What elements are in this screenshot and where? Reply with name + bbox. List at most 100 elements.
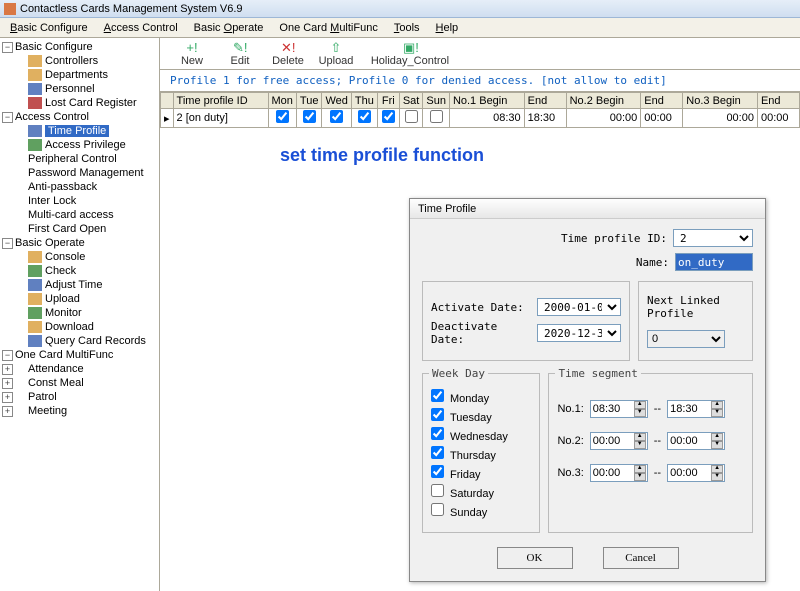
edit-icon: ✎!	[233, 41, 247, 55]
ok-button[interactable]: OK	[497, 547, 573, 569]
monday-check[interactable]	[431, 389, 444, 402]
sat-check[interactable]	[405, 110, 418, 123]
new-button[interactable]: +!New	[168, 41, 216, 67]
seg2-begin[interactable]: 00:00▲▼	[590, 432, 648, 450]
tree-item[interactable]: Attendance	[28, 363, 84, 375]
collapse-icon[interactable]: −	[2, 350, 13, 361]
tree-item[interactable]: Anti-passback	[28, 181, 97, 193]
thu-check[interactable]	[358, 110, 371, 123]
wed-check[interactable]	[330, 110, 343, 123]
tree-item[interactable]: Monitor	[45, 307, 82, 319]
nav-tree[interactable]: −Basic Configure Controllers Departments…	[0, 38, 160, 591]
person-icon	[28, 83, 42, 95]
download-icon	[28, 321, 42, 333]
tree-item[interactable]: Query Card Records	[45, 335, 146, 347]
app-icon	[4, 3, 16, 15]
weekday-group-label: Week Day	[429, 367, 488, 380]
table-row[interactable]: ▸ 2 [on duty] 08:30 18:30 00:00 00:00 00…	[161, 109, 800, 128]
tree-item[interactable]: Meeting	[28, 405, 67, 417]
main-menubar[interactable]: Basic Configure Access Control Basic Ope…	[0, 18, 800, 38]
fri-check[interactable]	[382, 110, 395, 123]
tree-item[interactable]: Controllers	[45, 55, 98, 67]
name-input[interactable]	[675, 253, 753, 271]
seg3-begin[interactable]: 00:00▲▼	[590, 464, 648, 482]
saturday-check[interactable]	[431, 484, 444, 497]
tree-group[interactable]: Basic Operate	[15, 237, 85, 249]
friday-check[interactable]	[431, 465, 444, 478]
time-profile-dialog: Time Profile Time profile ID: 2 Name: Ac…	[409, 198, 766, 582]
tree-group[interactable]: Access Control	[15, 111, 89, 123]
expand-icon[interactable]: +	[2, 392, 13, 403]
col-id[interactable]: Time profile ID	[173, 93, 268, 109]
tree-item[interactable]: First Card Open	[28, 223, 106, 235]
folder-icon	[28, 69, 42, 81]
calendar-icon: ▣!	[403, 41, 417, 55]
delete-icon: ✕!	[281, 41, 295, 55]
tree-item[interactable]: Console	[45, 251, 85, 263]
linked-select[interactable]: 0	[647, 330, 725, 348]
upload-icon: ⇧	[329, 41, 343, 55]
tree-item[interactable]: Check	[45, 265, 76, 277]
tree-item[interactable]: Const Meal	[28, 377, 84, 389]
menu-basic-operate[interactable]: Basic Operate	[186, 20, 272, 36]
name-label: Name:	[636, 256, 669, 269]
dialog-title: Time Profile	[410, 199, 765, 219]
tree-item[interactable]: Upload	[45, 293, 80, 305]
collapse-icon[interactable]: −	[2, 112, 13, 123]
menu-help[interactable]: Help	[428, 20, 467, 36]
tree-item-selected[interactable]: Time Profile	[45, 125, 109, 137]
id-select[interactable]: 2	[673, 229, 753, 247]
seg3-end[interactable]: 00:00▲▼	[667, 464, 725, 482]
clock-icon	[28, 125, 42, 137]
holiday-button[interactable]: ▣!Holiday_Control	[360, 41, 460, 67]
content-area: +!New ✎!Edit ✕!Delete ⇧Upload ▣!Holiday_…	[160, 38, 800, 591]
window-titlebar: Contactless Cards Management System V6.9	[0, 0, 800, 18]
tree-item[interactable]: Patrol	[28, 391, 57, 403]
edit-button[interactable]: ✎!Edit	[216, 41, 264, 67]
tree-item[interactable]: Adjust Time	[45, 279, 102, 291]
tue-check[interactable]	[303, 110, 316, 123]
tree-item[interactable]: Lost Card Register	[45, 97, 137, 109]
tree-item[interactable]: Peripheral Control	[28, 153, 117, 165]
tree-item[interactable]: Access Privilege	[45, 139, 126, 151]
linked-label: Next Linked Profile	[647, 294, 744, 320]
cancel-button[interactable]: Cancel	[603, 547, 679, 569]
expand-icon[interactable]: +	[2, 378, 13, 389]
menu-access-control[interactable]: Access Control	[96, 20, 186, 36]
seg1-begin[interactable]: 08:30▲▼	[590, 400, 648, 418]
sun-check[interactable]	[430, 110, 443, 123]
menu-basic-configure[interactable]: Basic Configure	[2, 20, 96, 36]
upload-button[interactable]: ⇧Upload	[312, 41, 360, 67]
tree-item[interactable]: Download	[45, 321, 94, 333]
tree-item[interactable]: Multi-card access	[28, 209, 114, 221]
toolbar: +!New ✎!Edit ✕!Delete ⇧Upload ▣!Holiday_…	[160, 38, 800, 70]
menu-tools[interactable]: Tools	[386, 20, 428, 36]
mon-check[interactable]	[276, 110, 289, 123]
tree-item[interactable]: Departments	[45, 69, 108, 81]
collapse-icon[interactable]: −	[2, 42, 13, 53]
tree-item[interactable]: Inter Lock	[28, 195, 76, 207]
sunday-check[interactable]	[431, 503, 444, 516]
folder-icon	[28, 55, 42, 67]
time-profile-grid[interactable]: Time profile ID Mon Tue Wed Thu Fri Sat …	[160, 92, 800, 128]
plus-icon: +!	[185, 41, 199, 55]
tree-item[interactable]: Password Management	[28, 167, 144, 179]
seg1-end[interactable]: 18:30▲▼	[667, 400, 725, 418]
tree-group[interactable]: Basic Configure	[15, 41, 93, 53]
menu-one-card[interactable]: One Card MultiFunc	[271, 20, 385, 36]
thursday-check[interactable]	[431, 446, 444, 459]
deactivate-date[interactable]: 2020-12-31	[537, 324, 621, 342]
delete-button[interactable]: ✕!Delete	[264, 41, 312, 67]
expand-icon[interactable]: +	[2, 364, 13, 375]
seg2-end[interactable]: 00:00▲▼	[667, 432, 725, 450]
tree-item[interactable]: Personnel	[45, 83, 95, 95]
activate-date[interactable]: 2000-01-01	[537, 298, 621, 316]
tuesday-check[interactable]	[431, 408, 444, 421]
upload-icon	[28, 293, 42, 305]
wednesday-check[interactable]	[431, 427, 444, 440]
collapse-icon[interactable]: −	[2, 238, 13, 249]
tree-group[interactable]: One Card MultiFunc	[15, 349, 113, 361]
seg1-label: No.1:	[557, 403, 583, 415]
row-marker-icon: ▸	[161, 109, 174, 128]
expand-icon[interactable]: +	[2, 406, 13, 417]
